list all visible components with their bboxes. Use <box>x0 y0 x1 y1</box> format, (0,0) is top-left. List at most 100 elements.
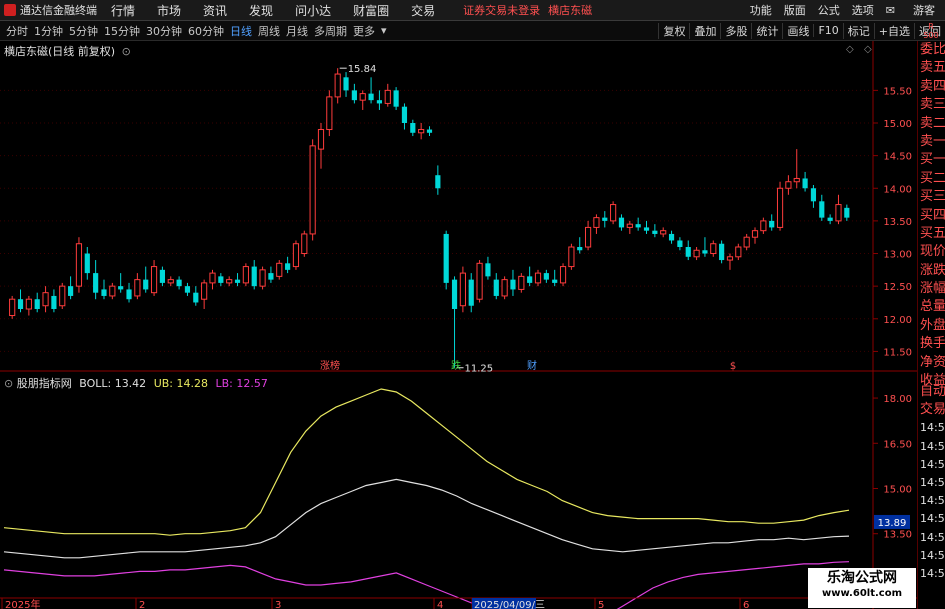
side-item[interactable]: 卖三 <box>918 96 945 114</box>
side-item[interactable]: 卖五 <box>918 59 945 77</box>
candlestick-chart[interactable]: 15.50 15.00 14.50 14.00 13.50 13.00 12.50 12.00… <box>0 41 917 372</box>
sub-side-item[interactable]: 14:56 <box>918 438 945 456</box>
sub-side-item[interactable]: 14:56 <box>918 492 945 510</box>
indicator-tick-label: 16.50 <box>883 439 912 450</box>
multi-stock-button[interactable]: 多股 <box>720 22 751 39</box>
menu-item-quotes[interactable]: 行情 <box>111 2 135 19</box>
candle-body-up <box>751 230 759 238</box>
candle-body-down <box>368 93 374 101</box>
side-item[interactable]: 换手 <box>918 335 945 353</box>
side-item[interactable]: 买二 <box>918 170 945 188</box>
side-item[interactable]: 现价 <box>918 243 945 261</box>
side-item[interactable]: 买五 <box>918 225 945 243</box>
candle-body-down <box>702 250 708 254</box>
menu-function[interactable]: 功能 <box>750 2 772 18</box>
candle-body-up <box>660 230 667 235</box>
menu-item-trade[interactable]: 交易 <box>411 2 435 19</box>
period-5min[interactable]: 5分钟 <box>69 23 98 39</box>
add-watchlist-button[interactable]: +自选 <box>873 22 914 39</box>
notification-icon[interactable]: ✉ <box>886 4 895 17</box>
side-item[interactable]: 总量 <box>918 298 945 316</box>
menu-formula[interactable]: 公式 <box>818 2 840 18</box>
side-item[interactable]: 涨跌 <box>918 262 945 280</box>
sub-side-item[interactable]: 14:56 <box>918 419 945 437</box>
candle-body-down <box>685 247 691 257</box>
f10-button[interactable]: F10 <box>813 24 842 37</box>
candle-body-down <box>493 279 499 296</box>
date-tick-label: 3 <box>275 600 281 609</box>
candle-body-down <box>343 77 349 91</box>
period-1min[interactable]: 1分钟 <box>34 23 63 39</box>
candle-body-down <box>143 279 149 290</box>
sub-side-item[interactable]: 14:56 <box>918 565 945 583</box>
candle-body-up <box>518 275 525 290</box>
candle-body-down <box>285 263 291 270</box>
side-item[interactable]: 卖一 <box>918 133 945 151</box>
period-30min[interactable]: 30分钟 <box>146 23 182 39</box>
sub-side-item[interactable]: 14:56 <box>918 547 945 565</box>
boll-upper-line <box>3 388 850 536</box>
period-intraday[interactable]: 分时 <box>6 23 28 39</box>
menu-item-news[interactable]: 资讯 <box>203 2 227 19</box>
period-monthly[interactable]: 月线 <box>286 23 308 39</box>
chevron-down-icon[interactable]: ▾ <box>381 24 387 37</box>
sub-side-item[interactable]: 14:56 <box>918 474 945 492</box>
boll-indicator-chart[interactable]: 18.0016.5015.0013.5012.0013.892025年23420… <box>0 372 917 609</box>
period-weekly[interactable]: 周线 <box>258 23 280 39</box>
menu-options[interactable]: 选项 <box>852 2 874 18</box>
guest-user[interactable]: 游客 <box>913 2 935 18</box>
candle-body-down <box>34 299 40 309</box>
side-item[interactable]: 买三 <box>918 188 945 206</box>
expand-icon[interactable]: ◇ <box>846 44 854 55</box>
sub-side-item[interactable]: 自动 <box>918 383 945 401</box>
menu-item-market[interactable]: 市场 <box>157 2 181 19</box>
indicator-name[interactable]: 股朋指标网 <box>17 377 72 390</box>
menu-item-ask[interactable]: 问小达 <box>295 2 331 19</box>
boll-mid-line <box>3 478 850 559</box>
side-item[interactable]: 委比 <box>918 41 945 59</box>
draw-line-button[interactable]: 画线 <box>782 22 813 39</box>
candle-body-up <box>501 279 508 297</box>
period-more[interactable]: 更多 <box>353 23 375 39</box>
candle-body-up <box>259 269 266 287</box>
side-item[interactable]: 净资 <box>918 354 945 372</box>
menu-item-discover[interactable]: 发现 <box>249 2 273 19</box>
candle-body-up <box>835 204 842 222</box>
side-item[interactable]: 外盘 <box>918 317 945 335</box>
candle-body-down <box>443 233 449 283</box>
period-15min[interactable]: 15分钟 <box>104 23 140 39</box>
sub-side-item[interactable]: 交易 <box>918 401 945 419</box>
candle-body-up <box>626 223 633 228</box>
stats-button[interactable]: 统计 <box>751 22 782 39</box>
menu-item-wealth[interactable]: 财富圈 <box>353 2 389 19</box>
side-item[interactable]: 卖二 <box>918 115 945 133</box>
period-daily[interactable]: 日线 <box>230 23 252 39</box>
overlay-button[interactable]: 叠加 <box>689 22 720 39</box>
app-logo-icon <box>4 4 16 16</box>
period-multi[interactable]: 多周期 <box>314 23 347 39</box>
maximize-icon[interactable]: ◇ <box>864 44 872 55</box>
trade-login-warning[interactable]: 证券交易未登录 <box>463 2 540 18</box>
sub-side-item[interactable]: 14:56 <box>918 456 945 474</box>
app-name: 通达信金融终端 <box>20 4 97 17</box>
side-item[interactable]: 涨幅 <box>918 280 945 298</box>
settings-icon[interactable]: ⊙ <box>122 45 131 58</box>
menu-layout[interactable]: 版面 <box>784 2 806 18</box>
candle-body-down <box>510 279 516 290</box>
side-item[interactable]: 卖四 <box>918 78 945 96</box>
candle-body-down <box>410 123 416 133</box>
candle-body-up <box>610 204 617 222</box>
sub-side-item[interactable]: 14:56 <box>918 529 945 547</box>
side-item[interactable]: 买四 <box>918 207 945 225</box>
date-tick-label: 2 <box>139 600 145 609</box>
candle-body-down <box>426 129 433 133</box>
indicator-settings-icon[interactable]: ⊙ <box>4 377 13 390</box>
candle-body-down <box>126 289 132 300</box>
candle-body-down <box>176 279 182 287</box>
adjust-button[interactable]: 复权 <box>658 22 689 39</box>
period-60min[interactable]: 60分钟 <box>188 23 224 39</box>
r500-badge[interactable]: R 500 <box>919 22 943 40</box>
sub-side-item[interactable]: 14:56 <box>918 510 945 528</box>
side-item[interactable]: 买一 <box>918 151 945 169</box>
mark-button[interactable]: 标记 <box>842 22 874 39</box>
